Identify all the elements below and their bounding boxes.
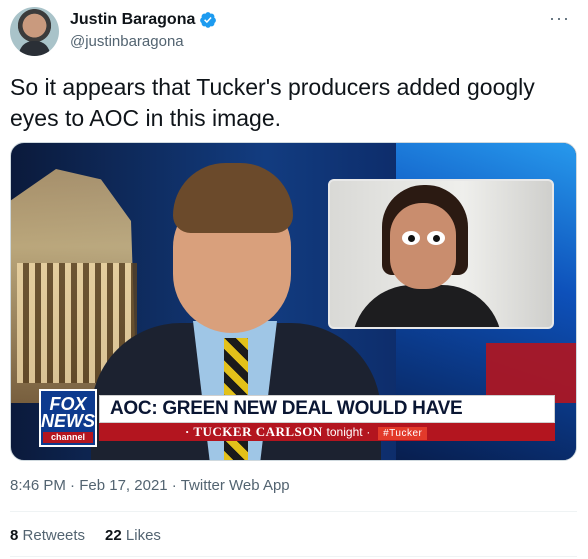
- engagement-stats: 8 Retweets 22 Likes: [10, 527, 161, 544]
- inset-body: [352, 285, 502, 327]
- tweet-text-line: So it appears that Tucker's producers ad…: [10, 74, 535, 100]
- divider: [10, 511, 577, 512]
- tweet-timestamp-time[interactable]: 8:46 PM: [10, 477, 66, 494]
- author-handle[interactable]: @justinbaragona: [70, 33, 184, 50]
- likes-stat[interactable]: 22 Likes: [105, 527, 161, 544]
- retweets-label: Retweets: [22, 527, 86, 544]
- fox-news-logo: FOX NEWS channel: [39, 389, 97, 447]
- tweet-text-line: eyes to AOC in this image.: [10, 105, 282, 131]
- logo-text-channel: channel: [43, 432, 93, 443]
- more-options-icon[interactable]: ···: [549, 8, 570, 29]
- divider: [10, 556, 577, 557]
- tweet-text: So it appears that Tucker's producers ad…: [10, 72, 570, 134]
- likes-count: 22: [105, 527, 122, 544]
- tweet-metadata: 8:46 PM · Feb 17, 2021 · Twitter Web App: [10, 477, 290, 494]
- avatar[interactable]: [10, 7, 59, 56]
- verified-badge-icon: [200, 12, 217, 28]
- likes-label: Likes: [125, 527, 161, 544]
- author-display-name[interactable]: Justin Baragona: [70, 11, 195, 29]
- retweets-stat[interactable]: 8 Retweets: [10, 527, 85, 544]
- googly-eye-left: [402, 231, 420, 245]
- meta-separator: ·: [167, 477, 181, 494]
- logo-text-news: NEWS: [41, 411, 95, 431]
- host-hair: [173, 163, 293, 233]
- meta-separator: ·: [65, 477, 80, 494]
- googly-eye-right: [427, 231, 445, 245]
- show-separator: ·: [366, 425, 371, 439]
- inset-face: [390, 203, 456, 289]
- retweets-count: 8: [10, 527, 19, 544]
- show-hashtag: #Tucker: [378, 427, 428, 440]
- tweet: Justin Baragona @justinbaragona ··· So i…: [0, 0, 588, 559]
- chyron-headline: AOC: GREEN NEW DEAL WOULD HAVE STOPPED T…: [99, 395, 555, 445]
- news-lower-third: FOX NEWS channel AOC: GREEN NEW DEAL WOU…: [39, 389, 555, 447]
- inset-video-frame: [328, 179, 554, 329]
- show-tonight: tonight: [326, 425, 363, 439]
- tweet-source-link[interactable]: Twitter Web App: [181, 477, 290, 494]
- author-name-row: Justin Baragona: [70, 11, 217, 29]
- tweet-media-image[interactable]: FOX NEWS channel AOC: GREEN NEW DEAL WOU…: [10, 142, 577, 461]
- tweet-timestamp-date[interactable]: Feb 17, 2021: [79, 477, 167, 494]
- chyron-show-bar: · TUCKER CARLSON tonight · #Tucker: [99, 423, 555, 441]
- show-title: · TUCKER CARLSON: [185, 424, 323, 439]
